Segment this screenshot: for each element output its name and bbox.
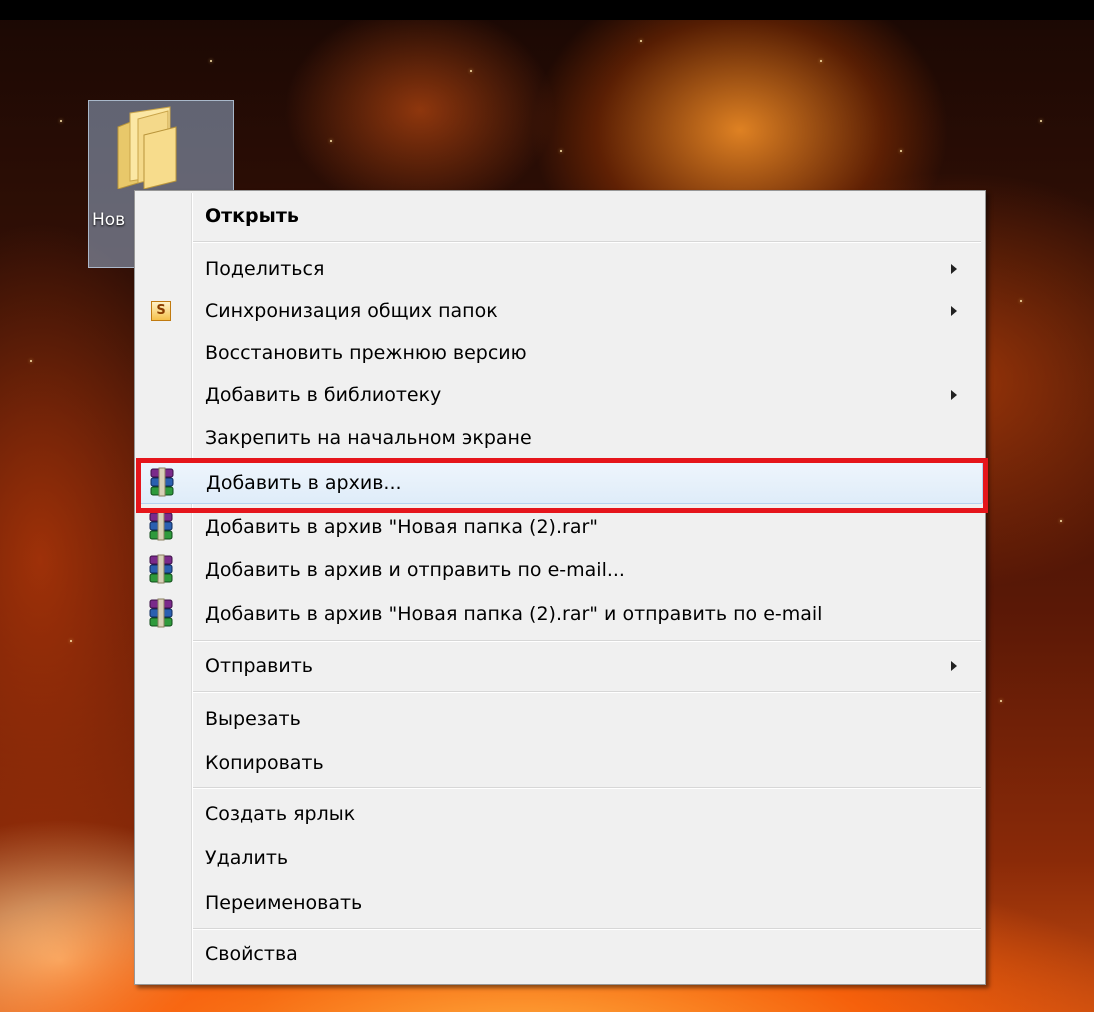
menu-item-add-to-archive-and-email[interactable]: Добавить в архив и отправить по e-mail..…: [137, 549, 983, 591]
menu-item-label: Добавить в архив "Новая папка (2).rar": [205, 516, 599, 538]
star: [560, 150, 562, 152]
star: [900, 150, 902, 152]
menu-item-add-to-library[interactable]: Добавить в библиотеку: [137, 374, 983, 416]
menu-separator: [193, 928, 981, 930]
menu-item-label: Добавить в библиотеку: [205, 384, 442, 406]
menu-item-pin-to-start[interactable]: Закрепить на начальном экране: [137, 417, 983, 459]
menu-item-label: Добавить в архив "Новая папка (2).rar" и…: [205, 603, 823, 625]
menu-separator: [193, 691, 981, 693]
menu-item-label: Создать ярлык: [205, 803, 356, 825]
winrar-icon: [149, 598, 173, 628]
menu-item-send-to[interactable]: Отправить: [137, 645, 983, 687]
menu-item-label: Переименовать: [205, 892, 363, 914]
submenu-arrow-icon: [951, 306, 957, 316]
menu-item-open[interactable]: Открыть: [137, 195, 983, 237]
menu-item-share[interactable]: Поделиться: [137, 248, 983, 290]
context-menu: Открыть Поделиться S Синхронизация общих…: [134, 190, 986, 985]
winrar-icon: [150, 467, 174, 497]
menu-item-create-shortcut[interactable]: Создать ярлык: [137, 793, 983, 835]
star: [1060, 520, 1062, 522]
menu-item-add-to-archive-named-and-email[interactable]: Добавить в архив "Новая папка (2).rar" и…: [137, 593, 983, 635]
folder-icon[interactable]: [110, 105, 182, 189]
menu-item-label: Вырезать: [205, 708, 301, 730]
menu-item-rename[interactable]: Переименовать: [137, 882, 983, 924]
star: [60, 120, 62, 122]
winrar-icon: [149, 554, 173, 584]
submenu-arrow-icon: [951, 264, 957, 274]
folder-label[interactable]: Нов: [92, 210, 125, 230]
star: [70, 640, 72, 642]
menu-item-label: Отправить: [205, 655, 313, 677]
star: [1000, 700, 1002, 702]
star: [330, 140, 332, 142]
menu-item-label: Удалить: [205, 847, 289, 869]
menu-item-add-to-archive-named[interactable]: Добавить в архив "Новая папка (2).rar": [137, 506, 983, 548]
menu-separator: [193, 787, 981, 789]
menu-item-copy[interactable]: Копировать: [137, 742, 983, 784]
star: [820, 60, 822, 62]
star: [640, 40, 642, 42]
menu-item-restore-previous-version[interactable]: Восстановить прежнюю версию: [137, 332, 983, 374]
star: [1040, 120, 1042, 122]
menu-item-cut[interactable]: Вырезать: [137, 698, 983, 740]
menu-item-properties[interactable]: Свойства: [137, 933, 983, 975]
menu-item-add-to-archive[interactable]: Добавить в архив...: [137, 462, 983, 504]
submenu-arrow-icon: [951, 390, 957, 400]
menu-item-label: Копировать: [205, 752, 324, 774]
star: [210, 60, 212, 62]
menu-item-delete[interactable]: Удалить: [137, 837, 983, 879]
menu-item-label: Поделиться: [205, 258, 325, 280]
star: [30, 360, 32, 362]
menu-item-label: Добавить в архив...: [206, 472, 402, 494]
menu-item-sync-shared-folders[interactable]: S Синхронизация общих папок: [137, 290, 983, 332]
menu-item-label: Добавить в архив и отправить по e-mail..…: [205, 559, 625, 581]
menu-item-label: Синхронизация общих папок: [205, 300, 498, 322]
menu-item-label: Открыть: [205, 205, 299, 227]
menu-separator: [193, 640, 981, 642]
menu-item-label: Закрепить на начальном экране: [205, 427, 532, 449]
winrar-icon: [149, 511, 173, 541]
menu-separator: [193, 241, 981, 243]
star: [1020, 300, 1022, 302]
star: [470, 70, 472, 72]
sync-folders-icon: S: [151, 301, 171, 321]
menu-item-label: Свойства: [205, 943, 298, 965]
top-strip: [0, 0, 1094, 20]
submenu-arrow-icon: [951, 661, 957, 671]
menu-item-label: Восстановить прежнюю версию: [205, 342, 527, 364]
